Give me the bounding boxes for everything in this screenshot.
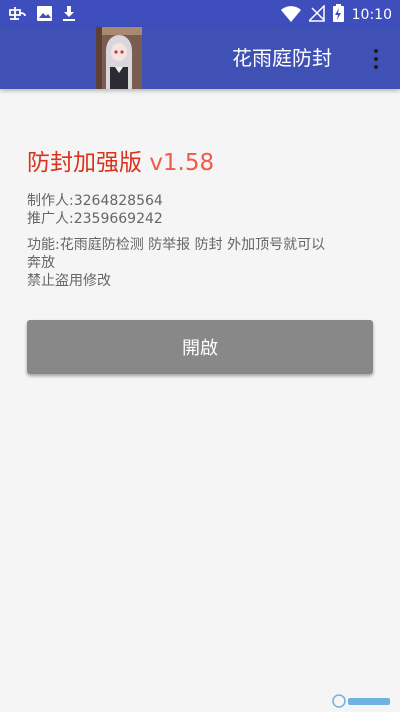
app-headline: 防封加强版 v1.58 — [27, 147, 373, 179]
wifi-icon — [280, 5, 301, 26]
credits: 制作人:3264828564 推广人:2359669242 — [27, 192, 373, 228]
status-bar: 10:10 — [0, 0, 400, 27]
status-time: 10:10 — [351, 7, 392, 23]
download-icon — [62, 5, 76, 26]
battery-charging-icon — [332, 4, 344, 26]
version-label: v1.58 — [149, 150, 215, 176]
watermark-logo — [332, 693, 392, 708]
description-line: 功能:花雨庭防检测 防举报 防封 外加顶号就可以 — [27, 237, 326, 253]
description-line: 禁止盗用修改 — [27, 273, 111, 289]
no-signal-icon — [306, 3, 325, 26]
status-right-icons: 10:10 — [280, 3, 392, 26]
image-icon — [36, 5, 53, 26]
headline-text: 防封加强版 — [27, 150, 142, 176]
description-line: 奔放 — [27, 255, 55, 271]
main-content: 防封加强版 v1.58 制作人:3264828564 推广人:235966924… — [27, 89, 373, 290]
app-title: 花雨庭防封 — [232, 46, 332, 70]
promoter-text: 推广人:2359669242 — [27, 211, 163, 227]
open-button[interactable]: 開啟 — [27, 320, 373, 374]
maker-text: 制作人:3264828564 — [27, 193, 163, 209]
feature-description: 功能:花雨庭防检测 防举报 防封 外加顶号就可以 奔放 禁止盗用修改 — [27, 236, 373, 290]
anime-character-avatar — [96, 27, 142, 89]
status-left-icons — [8, 4, 76, 26]
app-bar: 花雨庭防封 — [0, 27, 400, 89]
overflow-menu-icon[interactable] — [366, 45, 386, 73]
weibo-icon — [8, 4, 27, 26]
